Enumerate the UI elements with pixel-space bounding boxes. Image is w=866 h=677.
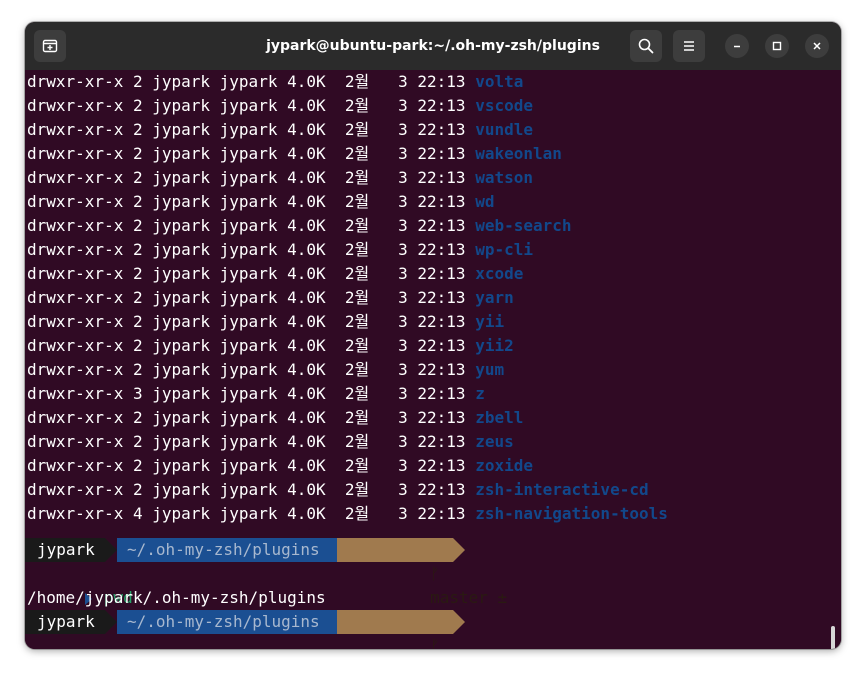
listing-row: drwxr-xr-x 2 jypark jypark 4.0K 2월 3 22:… xyxy=(27,334,514,358)
menu-button[interactable] xyxy=(673,30,705,62)
scrollbar[interactable] xyxy=(831,626,835,649)
directory-name: web-search xyxy=(475,216,572,235)
listing-row: drwxr-xr-x 2 jypark jypark 4.0K 2월 3 22:… xyxy=(27,310,504,334)
directory-name: volta xyxy=(475,72,524,91)
listing-row: drwxr-xr-x 2 jypark jypark 4.0K 2월 3 22:… xyxy=(27,190,494,214)
prompt-separator xyxy=(453,538,465,562)
prompt-separator xyxy=(105,538,117,562)
prompt-user: jypark xyxy=(25,538,105,562)
directory-name: yarn xyxy=(475,288,514,307)
prompt-user: jypark xyxy=(25,610,105,634)
git-branch-label: master ± xyxy=(430,588,508,607)
file-metadata: drwxr-xr-x 2 jypark jypark 4.0K 2월 3 22:… xyxy=(27,240,476,259)
terminal-window: jypark@ubuntu-park:~/.oh-my-zsh/plugins xyxy=(25,22,841,649)
file-metadata: drwxr-xr-x 2 jypark jypark 4.0K 2월 3 22:… xyxy=(27,96,476,115)
directory-name: wd xyxy=(475,192,495,211)
git-branch-icon: ᚠ xyxy=(430,636,440,649)
directory-name: vundle xyxy=(475,120,533,139)
file-metadata: drwxr-xr-x 2 jypark jypark 4.0K 2월 3 22:… xyxy=(27,72,476,91)
new-tab-icon xyxy=(42,39,58,53)
close-icon xyxy=(813,42,821,50)
listing-row: drwxr-xr-x 2 jypark jypark 4.0K 2월 3 22:… xyxy=(27,142,562,166)
file-metadata: drwxr-xr-x 2 jypark jypark 4.0K 2월 3 22:… xyxy=(27,480,476,499)
directory-name: wakeonlan xyxy=(475,144,562,163)
minimize-icon xyxy=(734,45,740,48)
titlebar: jypark@ubuntu-park:~/.oh-my-zsh/plugins xyxy=(25,22,841,70)
file-metadata: drwxr-xr-x 2 jypark jypark 4.0K 2월 3 22:… xyxy=(27,360,476,379)
file-metadata: drwxr-xr-x 3 jypark jypark 4.0K 2월 3 22:… xyxy=(27,384,476,403)
listing-row: drwxr-xr-x 2 jypark jypark 4.0K 2월 3 22:… xyxy=(27,478,649,502)
listing-row: drwxr-xr-x 2 jypark jypark 4.0K 2월 3 22:… xyxy=(27,118,533,142)
directory-name: wp-cli xyxy=(475,240,533,259)
prompt-line: jypark ~/.oh-my-zsh/plugins ᚠ master ± xyxy=(25,610,465,649)
listing-row: drwxr-xr-x 2 jypark jypark 4.0K 2월 3 22:… xyxy=(27,406,523,430)
listing-row: drwxr-xr-x 2 jypark jypark 4.0K 2월 3 22:… xyxy=(27,214,572,238)
directory-name: zeus xyxy=(475,432,514,451)
terminal-output[interactable]: drwxr-xr-x 2 jypark jypark 4.0K 2월 3 22:… xyxy=(25,70,841,649)
listing-row: drwxr-xr-x 2 jypark jypark 4.0K 2월 3 22:… xyxy=(27,166,533,190)
file-metadata: drwxr-xr-x 2 jypark jypark 4.0K 2월 3 22:… xyxy=(27,264,476,283)
directory-name: zsh-navigation-tools xyxy=(475,504,668,523)
listing-row: drwxr-xr-x 2 jypark jypark 4.0K 2월 3 22:… xyxy=(27,94,533,118)
prompt-git: ᚠ master ± xyxy=(337,610,453,649)
file-metadata: drwxr-xr-x 4 jypark jypark 4.0K 2월 3 22:… xyxy=(27,504,476,523)
command-output: /home/jypark/.oh-my-zsh/plugins xyxy=(27,588,326,607)
listing-row: drwxr-xr-x 2 jypark jypark 4.0K 2월 3 22:… xyxy=(27,262,523,286)
file-metadata: drwxr-xr-x 2 jypark jypark 4.0K 2월 3 22:… xyxy=(27,312,476,331)
file-metadata: drwxr-xr-x 2 jypark jypark 4.0K 2월 3 22:… xyxy=(27,168,476,187)
prompt-separator xyxy=(453,610,465,634)
listing-row: drwxr-xr-x 2 jypark jypark 4.0K 2월 3 22:… xyxy=(27,358,504,382)
window-title: jypark@ubuntu-park:~/.oh-my-zsh/plugins xyxy=(266,38,600,54)
search-button[interactable] xyxy=(630,30,662,62)
directory-name: zsh-interactive-cd xyxy=(475,480,649,499)
directory-name: zoxide xyxy=(475,456,533,475)
new-tab-button[interactable] xyxy=(34,30,66,62)
directory-name: z xyxy=(475,384,485,403)
listing-row: drwxr-xr-x 2 jypark jypark 4.0K 2월 3 22:… xyxy=(27,430,514,454)
file-metadata: drwxr-xr-x 2 jypark jypark 4.0K 2월 3 22:… xyxy=(27,216,476,235)
file-metadata: drwxr-xr-x 2 jypark jypark 4.0K 2월 3 22:… xyxy=(27,192,476,211)
close-button[interactable] xyxy=(805,34,829,58)
listing-row: drwxr-xr-x 2 jypark jypark 4.0K 2월 3 22:… xyxy=(27,238,533,262)
file-metadata: drwxr-xr-x 2 jypark jypark 4.0K 2월 3 22:… xyxy=(27,288,476,307)
prompt-path: ~/.oh-my-zsh/plugins xyxy=(117,610,337,634)
maximize-button[interactable] xyxy=(765,34,789,58)
hamburger-menu-icon xyxy=(684,41,694,51)
file-metadata: drwxr-xr-x 2 jypark jypark 4.0K 2월 3 22:… xyxy=(27,408,476,427)
git-branch-icon: ᚠ xyxy=(430,564,440,583)
file-metadata: drwxr-xr-x 2 jypark jypark 4.0K 2월 3 22:… xyxy=(27,336,476,355)
prompt-path: ~/.oh-my-zsh/plugins xyxy=(117,538,337,562)
file-metadata: drwxr-xr-x 2 jypark jypark 4.0K 2월 3 22:… xyxy=(27,432,476,451)
listing-row: drwxr-xr-x 2 jypark jypark 4.0K 2월 3 22:… xyxy=(27,286,514,310)
file-metadata: drwxr-xr-x 2 jypark jypark 4.0K 2월 3 22:… xyxy=(27,120,476,139)
command-line: pwd xyxy=(25,562,133,607)
directory-name: vscode xyxy=(475,96,533,115)
minimize-button[interactable] xyxy=(725,34,749,58)
prompt-line: jypark ~/.oh-my-zsh/plugins ᚠ master ± xyxy=(25,538,507,607)
listing-row: drwxr-xr-x 3 jypark jypark 4.0K 2월 3 22:… xyxy=(27,382,485,406)
directory-name: zbell xyxy=(475,408,524,427)
directory-name: xcode xyxy=(475,264,524,283)
directory-name: yum xyxy=(475,360,505,379)
listing-row: drwxr-xr-x 4 jypark jypark 4.0K 2월 3 22:… xyxy=(27,502,668,526)
file-metadata: drwxr-xr-x 2 jypark jypark 4.0K 2월 3 22:… xyxy=(27,144,476,163)
prompt-git: ᚠ master ± xyxy=(337,538,507,607)
file-metadata: drwxr-xr-x 2 jypark jypark 4.0K 2월 3 22:… xyxy=(27,456,476,475)
prompt-separator xyxy=(105,610,117,634)
listing-row: drwxr-xr-x 2 jypark jypark 4.0K 2월 3 22:… xyxy=(27,70,523,94)
search-icon xyxy=(638,38,654,54)
listing-row: drwxr-xr-x 2 jypark jypark 4.0K 2월 3 22:… xyxy=(27,454,533,478)
directory-name: yii2 xyxy=(475,336,514,355)
directory-name: watson xyxy=(475,168,533,187)
directory-name: yii xyxy=(475,312,505,331)
maximize-icon xyxy=(772,41,782,51)
input-line[interactable] xyxy=(25,634,92,649)
